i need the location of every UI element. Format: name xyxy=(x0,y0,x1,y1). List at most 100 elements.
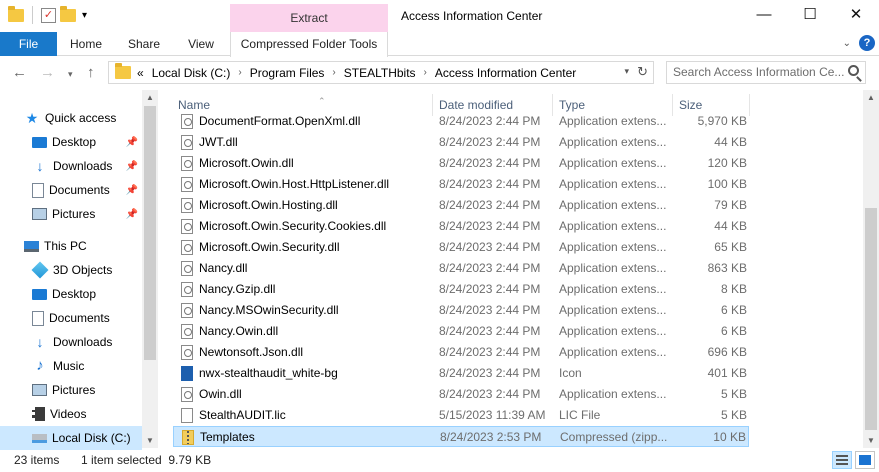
dll-file-icon xyxy=(181,219,193,234)
dll-file-icon xyxy=(181,324,193,339)
table-row[interactable]: Nancy.Gzip.dll 8/24/2023 2:44 PM Applicati… xyxy=(173,279,749,300)
context-tab-header: Extract xyxy=(230,4,388,32)
table-row[interactable]: Microsoft.Owin.Host.HttpListener.dll 8/24… xyxy=(173,174,749,195)
breadcrumb-item[interactable]: STEALTHbits xyxy=(344,66,416,80)
expand-ribbon-chevron-icon[interactable]: ⌄ xyxy=(843,38,851,49)
back-arrow-icon[interactable]: ← xyxy=(12,64,27,81)
nav-item-documents[interactable]: Documents 📌 xyxy=(32,178,142,202)
scroll-up-arrow-icon[interactable]: ▲ xyxy=(142,93,158,102)
pin-icon[interactable]: 📌 xyxy=(126,209,138,220)
search-icon[interactable] xyxy=(848,65,859,76)
file-size: 863 KB xyxy=(707,261,747,275)
title-bar: ✓ ▾ Extract Access Information Center — … xyxy=(0,0,879,32)
file-type: Application extens... xyxy=(559,156,667,170)
nav-item-local-disk[interactable]: Local Disk (C:) xyxy=(0,426,142,450)
computer-icon xyxy=(24,240,39,252)
table-row[interactable]: StealthAUDIT.lic 5/15/2023 11:39 AM LIC Fi… xyxy=(173,405,749,426)
forward-arrow-icon[interactable]: → xyxy=(40,64,55,81)
download-arrow-icon: ↓ xyxy=(36,334,44,350)
dll-file-icon xyxy=(181,387,193,402)
close-button[interactable]: ✕ xyxy=(833,0,879,32)
table-row[interactable]: Nancy.MSOwinSecurity.dll 8/24/2023 2:44 P… xyxy=(173,300,749,321)
file-name: nwx-stealthaudit_white-bg xyxy=(199,366,338,380)
refresh-icon[interactable]: ↻ xyxy=(637,64,648,80)
address-bar[interactable]: « Local Disk (C:) › Program Files › STEA… xyxy=(108,61,654,84)
dll-file-icon xyxy=(181,303,193,318)
tab-home[interactable]: Home xyxy=(60,32,112,56)
search-placeholder: Search Access Information Ce... xyxy=(673,65,845,79)
window-title: Access Information Center xyxy=(401,9,543,23)
breadcrumb-item[interactable]: Access Information Center xyxy=(435,66,576,80)
table-row[interactable]: DocumentFormat.OpenXml.dll 8/24/2023 2:44… xyxy=(173,111,749,132)
nav-scrollbar[interactable]: ▲ ▼ xyxy=(142,90,158,448)
pin-icon[interactable]: 📌 xyxy=(126,161,138,172)
nav-item-desktop[interactable]: Desktop 📌 xyxy=(32,130,142,154)
scroll-down-arrow-icon[interactable]: ▼ xyxy=(863,436,879,445)
file-date: 8/24/2023 2:44 PM xyxy=(439,345,541,359)
search-input[interactable]: Search Access Information Ce... xyxy=(666,61,866,84)
file-type: Application extens... xyxy=(559,324,667,338)
file-list-scrollbar[interactable]: ▲ ▼ xyxy=(863,90,879,448)
maximize-button[interactable]: ☐ xyxy=(787,0,833,32)
nav-item-pictures[interactable]: Pictures 📌 xyxy=(32,202,142,226)
breadcrumb-item[interactable]: Program Files xyxy=(250,66,325,80)
download-arrow-icon: ↓ xyxy=(36,158,44,174)
recent-locations-chevron-icon[interactable]: ▾ xyxy=(68,69,73,80)
table-row[interactable]: Microsoft.Owin.Security.Cookies.dll 8/24/… xyxy=(173,216,749,237)
new-folder-icon[interactable] xyxy=(60,5,76,22)
table-row[interactable]: Microsoft.Owin.dll 8/24/2023 2:44 PM Appli… xyxy=(173,153,749,174)
tab-view[interactable]: View xyxy=(176,32,226,56)
navigation-pane: ★ Quick access Desktop 📌 ↓ Downloads 📌 D… xyxy=(0,90,158,450)
nav-item-pc-documents[interactable]: Documents xyxy=(32,306,142,330)
scrollbar-thumb[interactable] xyxy=(144,106,156,360)
address-dropdown-chevron-icon[interactable]: ▾ xyxy=(624,66,629,77)
customize-toolbar-chevron-icon[interactable]: ▾ xyxy=(82,10,87,21)
file-date: 5/15/2023 11:39 AM xyxy=(439,408,546,422)
minimize-button[interactable]: — xyxy=(741,0,787,32)
dll-file-icon xyxy=(181,282,193,297)
pin-icon[interactable]: 📌 xyxy=(126,185,138,196)
table-row[interactable]: JWT.dll 8/24/2023 2:44 PM Application exte… xyxy=(173,132,749,153)
breadcrumb-item[interactable]: Local Disk (C:) xyxy=(152,66,231,80)
file-size: 696 KB xyxy=(707,345,747,359)
large-icons-view-button[interactable] xyxy=(855,451,875,469)
nav-item-3d-objects[interactable]: 3D Objects xyxy=(31,258,142,282)
table-row[interactable]: Owin.dll 8/24/2023 2:44 PM Application ext… xyxy=(173,384,749,405)
table-row[interactable]: Microsoft.Owin.Hosting.dll 8/24/2023 2:44… xyxy=(173,195,749,216)
folder-icon xyxy=(8,5,24,22)
breadcrumb-chevron-icon[interactable]: › xyxy=(238,67,241,78)
breadcrumb-chevron-icon[interactable]: › xyxy=(424,67,427,78)
nav-item-downloads[interactable]: ↓ Downloads 📌 xyxy=(32,154,142,178)
tab-share[interactable]: Share xyxy=(118,32,170,56)
nav-quick-access[interactable]: ★ Quick access xyxy=(24,106,142,130)
nav-item-music[interactable]: ♪ Music xyxy=(32,354,142,378)
scroll-down-arrow-icon[interactable]: ▼ xyxy=(142,436,158,445)
pin-icon[interactable]: 📌 xyxy=(126,137,138,148)
column-divider[interactable] xyxy=(749,94,750,116)
help-icon[interactable]: ? xyxy=(859,35,875,51)
nav-this-pc[interactable]: This PC xyxy=(24,234,142,258)
file-date: 8/24/2023 2:44 PM xyxy=(439,282,541,296)
scrollbar-thumb[interactable] xyxy=(865,208,877,430)
breadcrumb-chevron-icon[interactable]: › xyxy=(332,67,335,78)
table-row[interactable]: Microsoft.Owin.Security.dll 8/24/2023 2:4… xyxy=(173,237,749,258)
table-row[interactable]: nwx-stealthaudit_white-bg 8/24/2023 2:44 … xyxy=(173,363,749,384)
nav-item-pc-pictures[interactable]: Pictures xyxy=(32,378,142,402)
tab-compressed-folder-tools[interactable]: Compressed Folder Tools xyxy=(230,32,388,57)
up-arrow-icon[interactable]: ↑ xyxy=(87,64,95,81)
nav-item-pc-desktop[interactable]: Desktop xyxy=(32,282,142,306)
table-row[interactable]: Nancy.dll 8/24/2023 2:44 PM Application ex… xyxy=(173,258,749,279)
file-type: Application extens... xyxy=(559,282,667,296)
breadcrumb-overflow[interactable]: « xyxy=(137,66,144,80)
file-date: 8/24/2023 2:44 PM xyxy=(439,387,541,401)
nav-item-videos[interactable]: Videos xyxy=(32,402,142,426)
tab-file[interactable]: File xyxy=(0,32,57,56)
table-row[interactable]: Templates 8/24/2023 2:53 PM Compressed (zi… xyxy=(173,426,749,447)
desktop-icon xyxy=(32,136,47,148)
details-view-button[interactable] xyxy=(832,451,852,469)
properties-icon[interactable]: ✓ xyxy=(41,7,56,23)
scroll-up-arrow-icon[interactable]: ▲ xyxy=(863,93,879,102)
table-row[interactable]: Nancy.Owin.dll 8/24/2023 2:44 PM Applicati… xyxy=(173,321,749,342)
table-row[interactable]: Newtonsoft.Json.dll 8/24/2023 2:44 PM Appl… xyxy=(173,342,749,363)
nav-item-pc-downloads[interactable]: ↓ Downloads xyxy=(32,330,142,354)
